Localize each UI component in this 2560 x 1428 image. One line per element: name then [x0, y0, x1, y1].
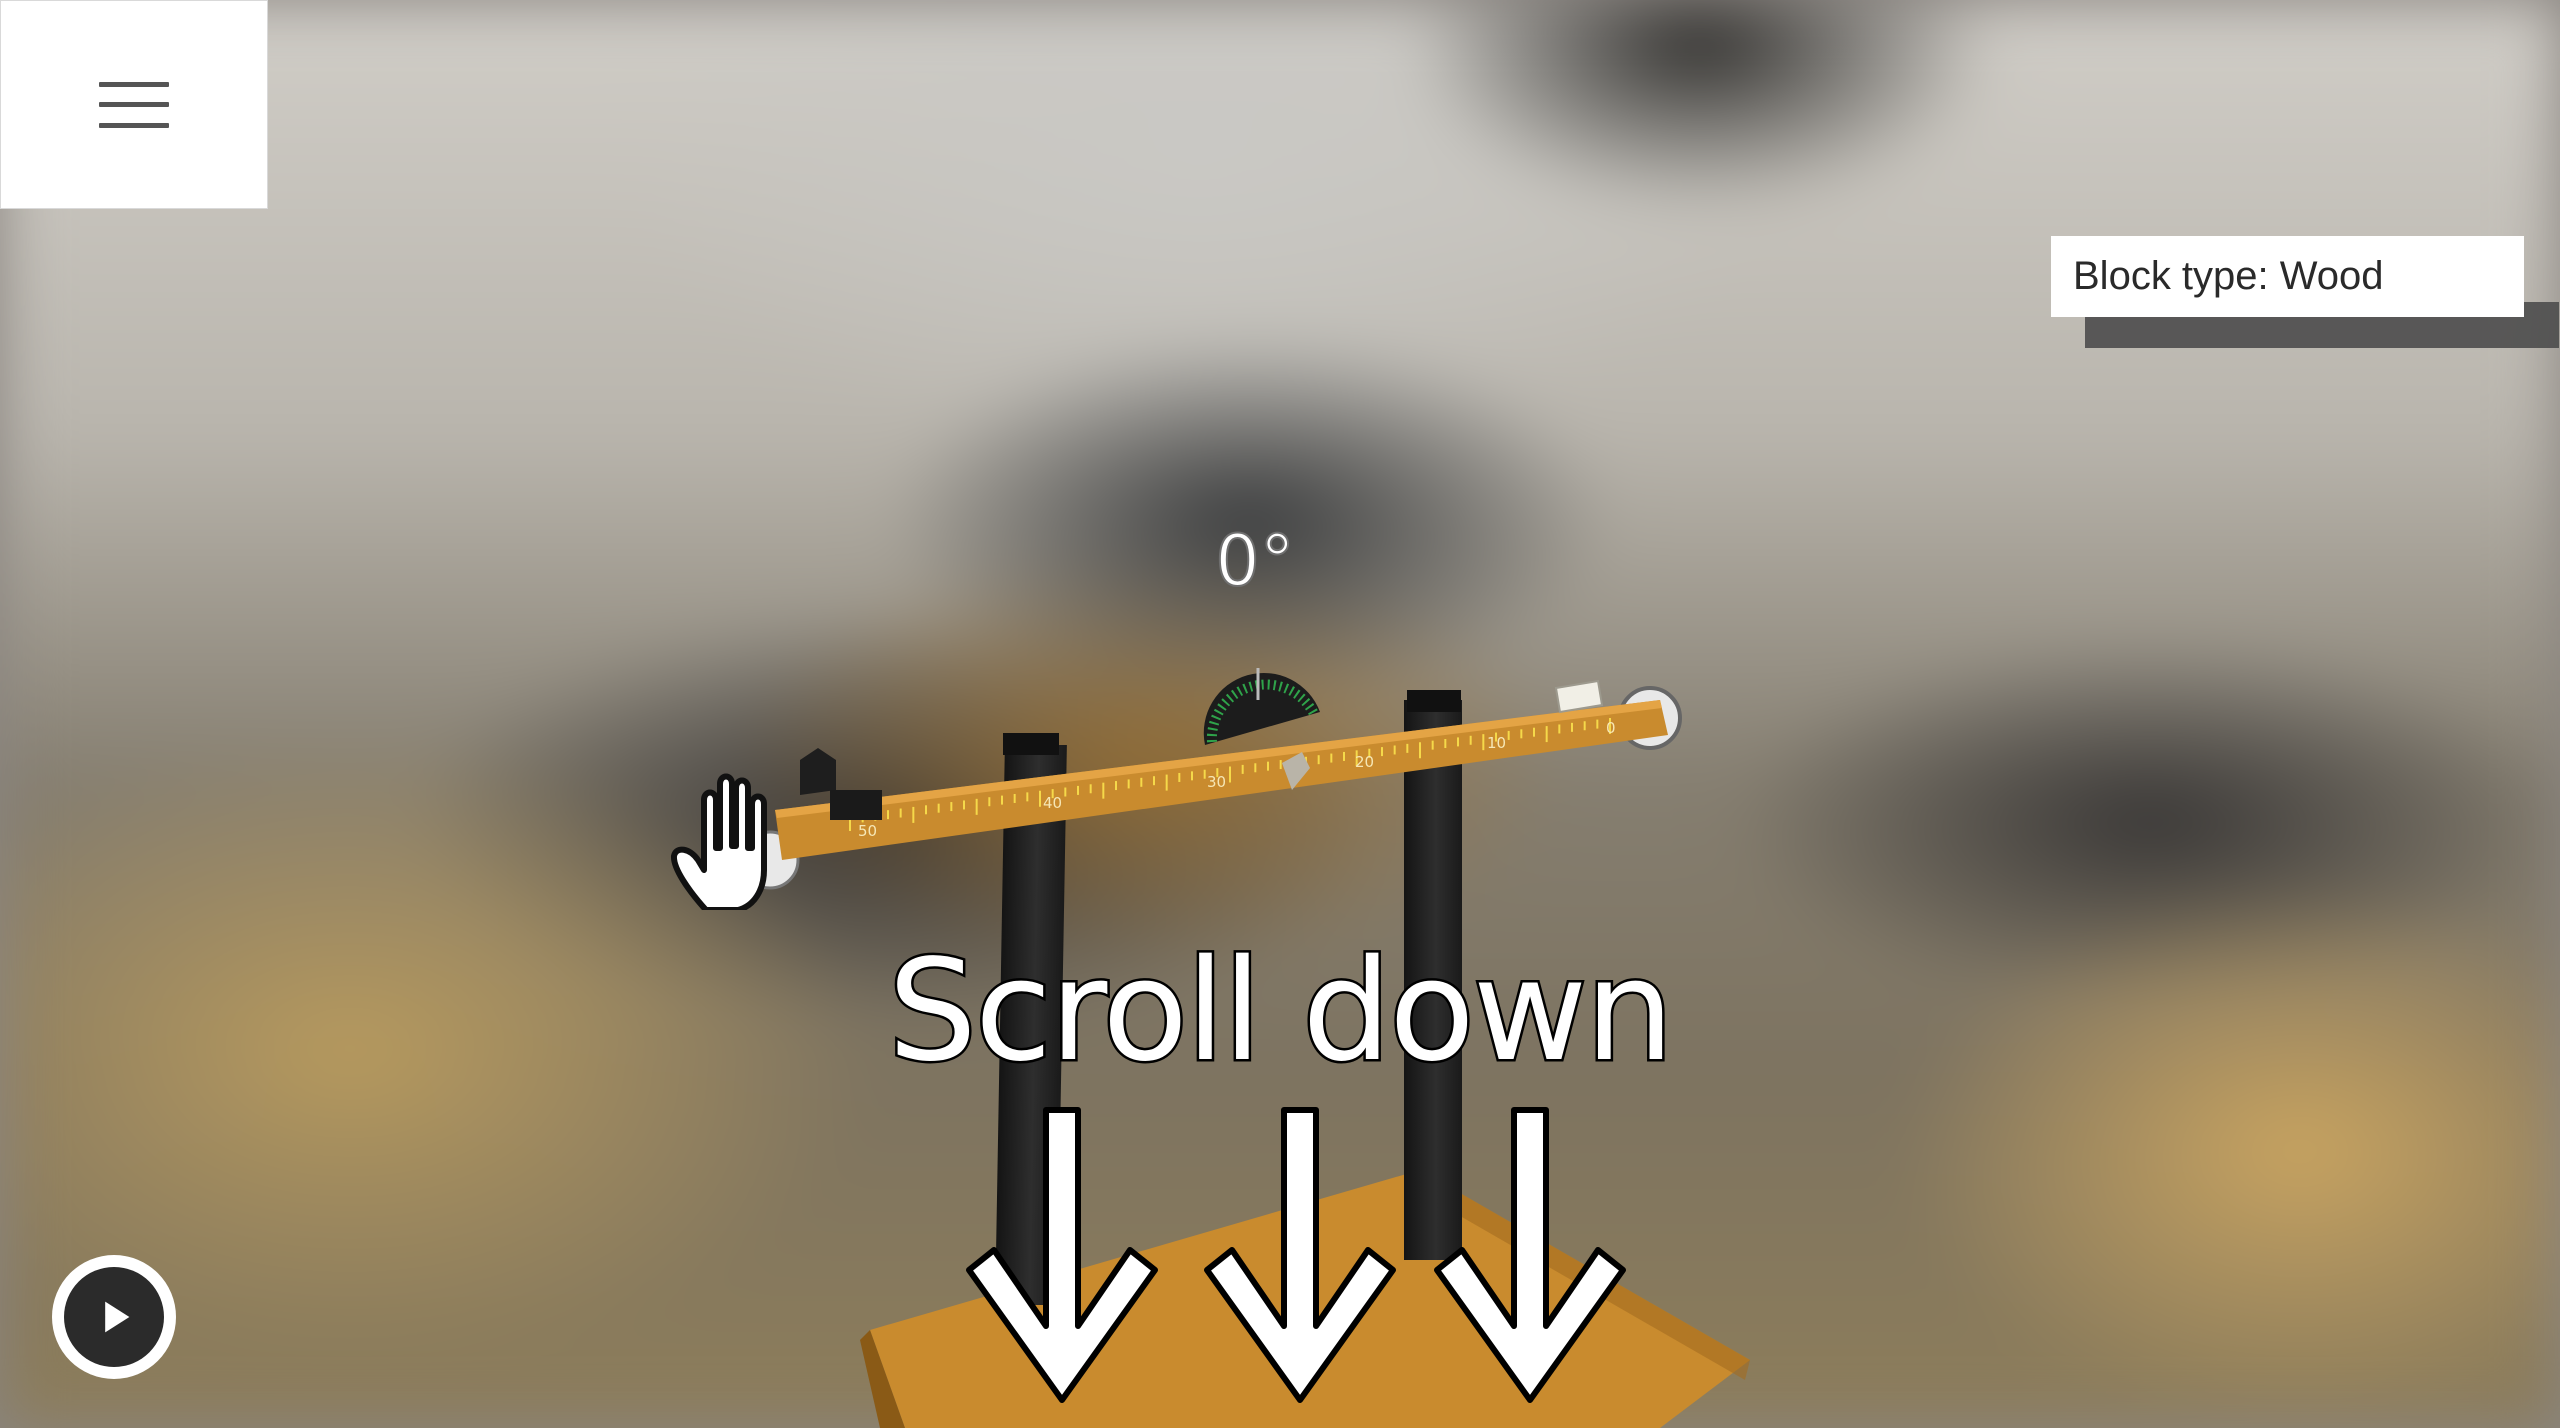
angle-readout: 0° [1214, 519, 1296, 603]
play-button[interactable] [52, 1255, 176, 1379]
hamburger-menu-icon [99, 81, 169, 128]
ruler-label-30: 30 [1207, 773, 1226, 791]
block-type-label: Block type: Wood [2051, 236, 2524, 317]
ruler-label-0: 0 [1606, 719, 1616, 737]
wood-block[interactable] [1554, 679, 1604, 714]
ruler-label-20: 20 [1355, 753, 1374, 771]
down-arrow-icon [1434, 1107, 1626, 1403]
down-arrow-icon [966, 1107, 1158, 1403]
menu-button[interactable] [0, 0, 268, 209]
play-icon [64, 1267, 164, 1367]
ruler-label-50: 50 [858, 822, 877, 840]
down-arrow-icon [1204, 1107, 1396, 1403]
ruler-label-10: 10 [1487, 734, 1506, 752]
down-arrows [966, 1107, 1626, 1403]
protractor [1203, 668, 1320, 745]
scroll-down-hint: Scroll down [885, 928, 1676, 1096]
grab-hand-icon[interactable] [668, 760, 798, 913]
ruler-label-40: 40 [1043, 794, 1062, 812]
